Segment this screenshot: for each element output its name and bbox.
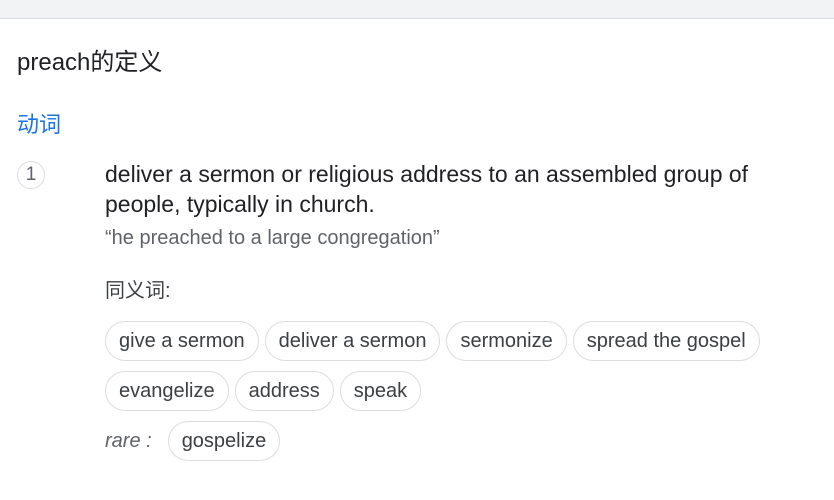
synonym-chip-sermonize[interactable]: sermonize bbox=[446, 321, 567, 361]
synonym-chip-address[interactable]: address bbox=[234, 371, 334, 411]
synonym-chip-spread-the-gospel[interactable]: spread the gospel bbox=[572, 321, 760, 361]
part-of-speech: 动词 bbox=[17, 112, 62, 137]
definition-card: preach的定义 动词 1 deliver a sermon or relig… bbox=[0, 19, 834, 500]
top-bar bbox=[0, 0, 834, 19]
page-title: preach的定义 bbox=[17, 49, 163, 76]
rare-label: rare : bbox=[105, 430, 152, 452]
definition-text: deliver a sermon or religious address to… bbox=[105, 161, 749, 217]
synonyms-label: 同义词: bbox=[105, 280, 171, 302]
synonyms-row: give a sermon deliver a sermon sermonize… bbox=[105, 321, 760, 361]
synonym-chip-evangelize[interactable]: evangelize bbox=[105, 371, 229, 411]
synonym-chip-give-a-sermon[interactable]: give a sermon bbox=[105, 321, 259, 361]
sense-number-badge: 1 bbox=[17, 161, 45, 189]
example-sentence: “he preached to a large congregation” bbox=[105, 227, 440, 249]
synonym-chip-deliver-a-sermon[interactable]: deliver a sermon bbox=[264, 321, 441, 361]
synonym-chip-speak[interactable]: speak bbox=[339, 371, 422, 411]
rare-synonyms-row: rare : gospelize bbox=[105, 421, 281, 461]
synonym-chip-gospelize[interactable]: gospelize bbox=[167, 421, 281, 461]
synonyms-row: evangelize address speak bbox=[105, 371, 422, 411]
